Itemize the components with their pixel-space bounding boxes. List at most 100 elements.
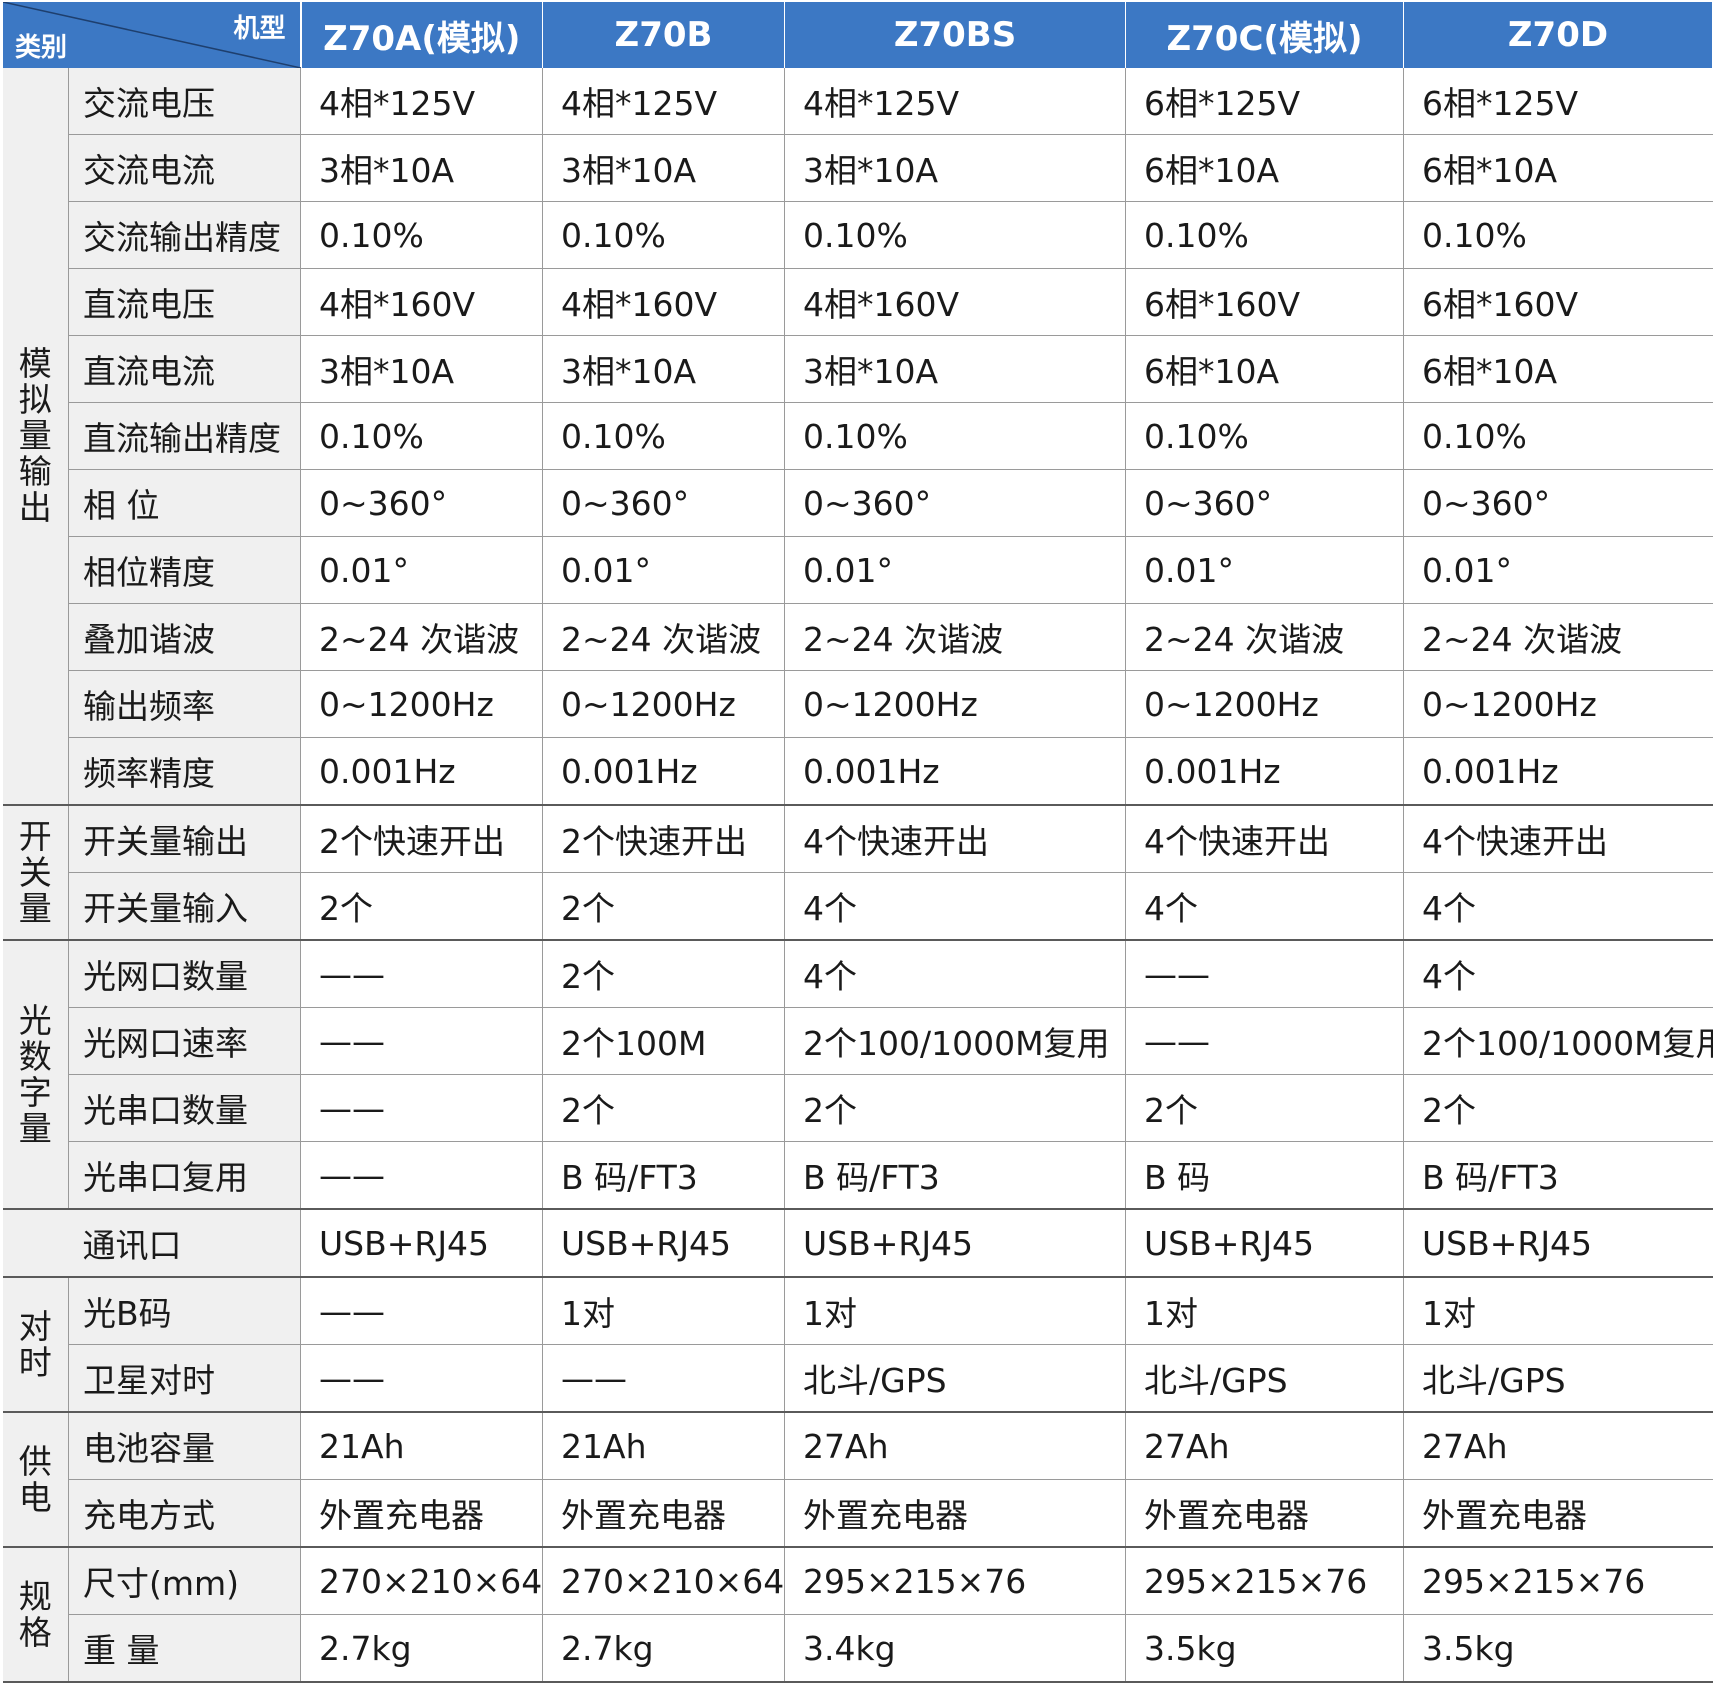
- model-header: Z70C(模拟): [1125, 2, 1404, 68]
- spec-value-cell: 0.10%: [784, 402, 1126, 470]
- spec-value-cell: ——: [300, 1277, 543, 1345]
- spec-value-cell: ——: [1125, 940, 1404, 1008]
- table-row: 充电方式 外置充电器 外置充电器 外置充电器 外置充电器 外置充电器: [3, 1479, 1713, 1548]
- spec-value-cell: 4相*125V: [784, 68, 1126, 135]
- spec-value-cell: 0.01°: [542, 536, 785, 604]
- spec-item-label: 通讯口: [2, 1209, 301, 1278]
- table-row: 对时 光B码 —— 1对 1对 1对 1对: [2, 1277, 1713, 1413]
- spec-value-cell: 0.10%: [1125, 402, 1404, 470]
- category-text: 模拟量输出: [18, 344, 52, 527]
- spec-value-cell: 北斗/GPS: [1125, 1344, 1404, 1413]
- spec-value-cell: USB+RJ45: [784, 1209, 1126, 1278]
- table-row: 光网口速率 —— 2个100M 2个100/1000M复用 —— 2个100/1000M复…: [3, 1007, 1713, 1075]
- category-text: 对时: [18, 1306, 52, 1382]
- spec-value-cell: 0.10%: [1403, 201, 1713, 269]
- spec-value-cell: ——: [542, 1344, 785, 1413]
- spec-value-cell: 1对: [1403, 1277, 1713, 1345]
- spec-value-cell: 0.10%: [1403, 402, 1713, 470]
- spec-value-cell: 3.4kg: [784, 1614, 1126, 1683]
- spec-value-cell: 2个: [542, 1074, 785, 1142]
- spec-value-cell: 6相*160V: [1403, 268, 1713, 336]
- table-row: 光串口复用 —— B 码/FT3 B 码/FT3 B 码B 码/FT3: [3, 1141, 1713, 1210]
- spec-value-cell: ——: [300, 940, 543, 1008]
- spec-value-cell: 2个: [542, 940, 785, 1008]
- spec-value-cell: 0.10%: [542, 201, 785, 269]
- spec-item-label: 光串口数量: [68, 1074, 301, 1142]
- spec-value-cell: 21Ah: [542, 1412, 785, 1480]
- spec-value-cell: ——: [300, 1344, 543, 1413]
- spec-value-cell: 0.10%: [542, 402, 785, 470]
- spec-item-label: 光网口速率: [68, 1007, 301, 1075]
- spec-value-cell: 2.7kg: [300, 1614, 543, 1683]
- spec-value-cell: 外置充电器: [300, 1479, 543, 1548]
- spec-value-cell: 0~360°: [784, 469, 1126, 537]
- spec-item-label: 相位精度: [68, 536, 301, 604]
- spec-value-cell: 4个: [784, 872, 1126, 941]
- spec-value-cell: 0.01°: [784, 536, 1126, 604]
- table-row: 供电 电池容量 21Ah 21Ah 27Ah 27Ah 27Ah: [2, 1412, 1713, 1548]
- spec-value-cell: 0~1200Hz: [1403, 670, 1713, 738]
- spec-value-cell: 6相*125V: [1125, 68, 1404, 135]
- spec-value-cell: 2个: [1403, 1074, 1713, 1142]
- spec-value-cell: 4相*160V: [300, 268, 543, 336]
- spec-value-cell: 6相*10A: [1403, 335, 1713, 403]
- table-row: 直流电流 3相*10A 3相*10A 3相*10A 6相*10A 6相*10A: [3, 335, 1713, 403]
- spec-value-cell: 2个: [300, 872, 543, 941]
- spec-value-cell: 4个: [1125, 872, 1404, 941]
- spec-value-cell: 0~360°: [300, 469, 543, 537]
- spec-value-cell: 3.5kg: [1403, 1614, 1713, 1683]
- spec-value-cell: 270×210×64: [542, 1547, 785, 1615]
- spec-value-cell: 0.10%: [300, 402, 543, 470]
- spec-value-cell: 0.01°: [1403, 536, 1713, 604]
- spec-value-cell: 21Ah: [300, 1412, 543, 1480]
- spec-value-cell: 27Ah: [1125, 1412, 1404, 1480]
- spec-value-cell: 295×215×76: [1403, 1547, 1713, 1615]
- spec-table: 机型 类别 Z70A(模拟) Z70B Z70BS Z70C(模拟) Z70D …: [2, 2, 1713, 1683]
- spec-value-cell: 3相*10A: [784, 335, 1126, 403]
- table-row: 光串口数量 —— 2个 2个 2个 2个: [3, 1074, 1713, 1142]
- spec-value-cell: 外置充电器: [1403, 1479, 1713, 1548]
- spec-value-cell: ——: [1125, 1007, 1404, 1075]
- spec-value-cell: 0.01°: [300, 536, 543, 604]
- spec-value-cell: 0.10%: [784, 201, 1126, 269]
- spec-item-label: 开关量输出: [68, 805, 301, 873]
- spec-value-cell: B 码: [1125, 1141, 1404, 1210]
- spec-value-cell: 外置充电器: [542, 1479, 785, 1548]
- category-text: 规格: [18, 1576, 52, 1652]
- table-row: 光数字量 光网口数量 —— 2个 4个 —— 4个: [2, 940, 1713, 1210]
- spec-value-cell: 0.001Hz: [300, 737, 543, 806]
- corner-model-label: 机型: [233, 14, 286, 44]
- spec-value-cell: 2~24 次谐波: [300, 603, 543, 671]
- spec-value-cell: 2个快速开出: [300, 805, 543, 873]
- spec-value-cell: 4个: [784, 940, 1126, 1008]
- spec-value-cell: 4相*160V: [542, 268, 785, 336]
- spec-value-cell: 外置充电器: [1125, 1479, 1404, 1548]
- spec-item-label: 直流电压: [68, 268, 301, 336]
- category-label: 模拟量输出: [2, 68, 69, 806]
- spec-value-cell: 外置充电器: [784, 1479, 1126, 1548]
- spec-item-label: 充电方式: [68, 1479, 301, 1548]
- spec-value-cell: 3相*10A: [300, 134, 543, 202]
- spec-value-cell: 4个快速开出: [1125, 805, 1404, 873]
- spec-value-cell: 2个100M: [542, 1007, 785, 1075]
- spec-value-cell: 3.5kg: [1125, 1614, 1404, 1683]
- spec-value-cell: 0~1200Hz: [1125, 670, 1404, 738]
- spec-value-cell: 295×215×76: [784, 1547, 1126, 1615]
- spec-item-label: 输出频率: [68, 670, 301, 738]
- spec-value-cell: B 码/FT3: [784, 1141, 1126, 1210]
- spec-item-label: 尺寸(mm): [68, 1547, 301, 1615]
- table-row: 相 位 0~360° 0~360° 0~360° 0~360° 0~360°: [3, 469, 1713, 537]
- spec-value-cell: 2~24 次谐波: [784, 603, 1126, 671]
- spec-value-cell: 北斗/GPS: [784, 1344, 1126, 1413]
- table-row: 交流电流 3相*10A 3相*10A 3相*10A 6相*10A 6相*10A: [3, 134, 1713, 202]
- table-row: 模拟量输出 交流电压 4相*125V 4相*125V 4相*125V 6相*125V 6相*…: [2, 68, 1713, 806]
- spec-item-label: 交流电压: [68, 68, 301, 135]
- spec-value-cell: 3相*10A: [542, 335, 785, 403]
- spec-item-label: 交流电流: [68, 134, 301, 202]
- category-label: 规格: [2, 1547, 69, 1683]
- table-row: 频率精度 0.001Hz 0.001Hz 0.001Hz 0.001Hz 0.001Hz: [3, 737, 1713, 806]
- spec-value-cell: B 码/FT3: [542, 1141, 785, 1210]
- spec-value-cell: 1对: [542, 1277, 785, 1345]
- spec-item-label: 电池容量: [68, 1412, 301, 1480]
- spec-value-cell: 4相*125V: [542, 68, 785, 135]
